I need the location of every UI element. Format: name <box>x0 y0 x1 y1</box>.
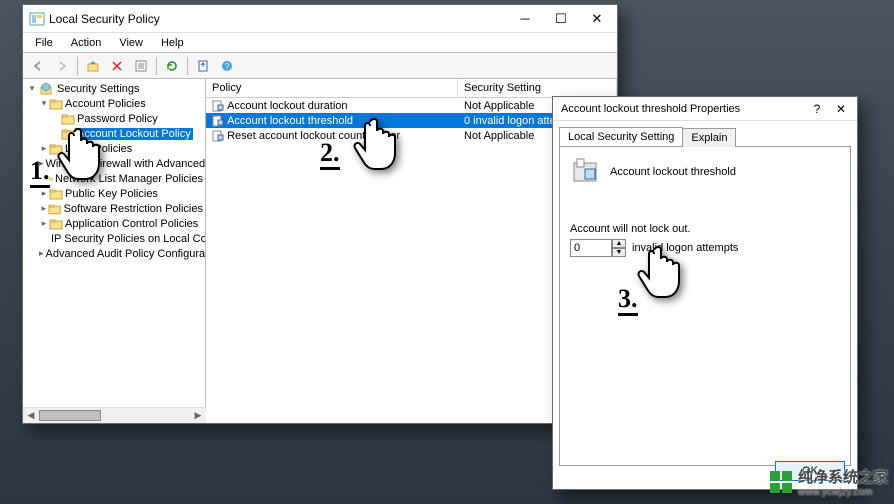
menu-help[interactable]: Help <box>153 35 192 51</box>
watermark-brand: 纯净系统之家 <box>798 469 888 486</box>
expand-toggle-icon[interactable]: ▾ <box>39 98 49 109</box>
scroll-right-arrow-icon[interactable]: ▶ <box>190 408 206 423</box>
tree-item-application-control[interactable]: ▸ Application Control Policies <box>23 216 205 231</box>
expand-toggle-icon[interactable]: ▸ <box>39 188 49 199</box>
callout-3: 3. <box>618 286 638 316</box>
folder-icon <box>49 217 63 231</box>
policy-item-icon <box>212 115 224 127</box>
svg-text:?: ? <box>225 62 230 71</box>
expand-toggle-icon[interactable]: ▾ <box>27 83 37 94</box>
export-button[interactable] <box>192 55 214 77</box>
column-policy[interactable]: Policy <box>206 79 458 97</box>
dialog-policy-heading: Account lockout threshold <box>610 166 736 178</box>
watermark: 纯净系统之家 www.ycwjzy.com <box>770 466 888 498</box>
tab-local-security-setting[interactable]: Local Security Setting <box>559 127 683 146</box>
minimize-button[interactable]: ─ <box>507 5 543 32</box>
tree-pane[interactable]: ▾ Security Settings ▾ Account Policies P… <box>23 79 206 423</box>
attempts-input[interactable] <box>570 239 612 257</box>
tree-item-windows-firewall[interactable]: ▸ Windows Firewall with Advanced Securit… <box>23 156 205 171</box>
dialog-close-button[interactable]: ✕ <box>829 102 853 116</box>
tree-item-network-list-manager[interactable]: Network List Manager Policies <box>23 171 205 186</box>
security-settings-icon <box>39 82 53 96</box>
back-button[interactable] <box>27 55 49 77</box>
dialog-titlebar[interactable]: Account lockout threshold Properties ? ✕ <box>553 97 857 121</box>
menu-file[interactable]: File <box>27 35 61 51</box>
policy-item-icon <box>212 100 224 112</box>
tree-item-password-policy[interactable]: Password Policy <box>23 111 205 126</box>
spinner-down-button[interactable]: ▼ <box>612 248 626 257</box>
callout-2: 2. <box>320 140 340 170</box>
expand-toggle-icon[interactable]: ▸ <box>39 218 49 229</box>
context-help-button[interactable]: ? <box>805 102 829 116</box>
folder-icon <box>49 97 63 111</box>
tab-explain[interactable]: Explain <box>682 128 736 147</box>
refresh-button[interactable] <box>161 55 183 77</box>
app-icon <box>29 11 45 27</box>
menu-action[interactable]: Action <box>63 35 110 51</box>
tree-item-ip-security[interactable]: IP Security Policies on Local Computer <box>23 231 205 246</box>
tree-item-account-policies[interactable]: ▾ Account Policies <box>23 96 205 111</box>
expand-toggle-icon[interactable]: ▸ <box>39 143 49 154</box>
attempts-spinner[interactable]: ▲ ▼ <box>570 239 626 257</box>
watermark-logo-icon <box>770 471 792 493</box>
menubar: File Action View Help <box>23 33 617 53</box>
column-security-setting[interactable]: Security Setting <box>458 79 617 97</box>
tree-item-advanced-audit[interactable]: ▸ Advanced Audit Policy Configuration <box>23 246 205 261</box>
up-button[interactable] <box>82 55 104 77</box>
watermark-url: www.ycwjzy.com <box>798 487 888 498</box>
main-window-title: Local Security Policy <box>45 12 507 26</box>
callout-1: 1. <box>30 158 50 188</box>
policy-large-icon <box>570 157 600 187</box>
dialog-tab-content: Account lockout threshold Account will n… <box>559 146 851 466</box>
delete-button[interactable] <box>106 55 128 77</box>
maximize-button[interactable]: ☐ <box>543 5 579 32</box>
folder-icon <box>49 187 63 201</box>
properties-dialog: Account lockout threshold Properties ? ✕… <box>552 96 858 490</box>
toolbar: ? <box>23 53 617 79</box>
policy-item-icon <box>212 130 224 142</box>
forward-button[interactable] <box>51 55 73 77</box>
help-button[interactable]: ? <box>216 55 238 77</box>
tree-root[interactable]: ▾ Security Settings <box>23 81 205 96</box>
scroll-left-arrow-icon[interactable]: ◀ <box>23 408 39 423</box>
folder-icon <box>61 127 75 141</box>
dialog-title: Account lockout threshold Properties <box>561 103 805 115</box>
tree-item-local-policies[interactable]: ▸ Local Policies <box>23 141 205 156</box>
folder-icon <box>48 202 61 216</box>
dialog-tabs: Local Security Setting Explain <box>553 121 857 146</box>
close-button[interactable]: ✕ <box>579 5 615 32</box>
local-security-policy-window: Local Security Policy ─ ☐ ✕ File Action … <box>22 4 618 424</box>
main-titlebar[interactable]: Local Security Policy ─ ☐ ✕ <box>23 5 617 33</box>
tree-item-public-key-policies[interactable]: ▸ Public Key Policies <box>23 186 205 201</box>
tree-item-account-lockout-policy[interactable]: Account Lockout Policy <box>23 126 205 141</box>
lockout-status-text: Account will not lock out. <box>570 223 840 235</box>
spinner-up-button[interactable]: ▲ <box>612 239 626 248</box>
folder-icon <box>49 142 63 156</box>
tree-horizontal-scrollbar[interactable]: ◀ ▶ <box>23 407 206 423</box>
attempts-unit-label: invalid logon attempts <box>632 242 738 254</box>
tree-item-software-restriction[interactable]: ▸ Software Restriction Policies <box>23 201 205 216</box>
expand-toggle-icon[interactable]: ▸ <box>39 203 48 214</box>
properties-button[interactable] <box>130 55 152 77</box>
menu-view[interactable]: View <box>111 35 151 51</box>
folder-icon <box>61 112 75 126</box>
